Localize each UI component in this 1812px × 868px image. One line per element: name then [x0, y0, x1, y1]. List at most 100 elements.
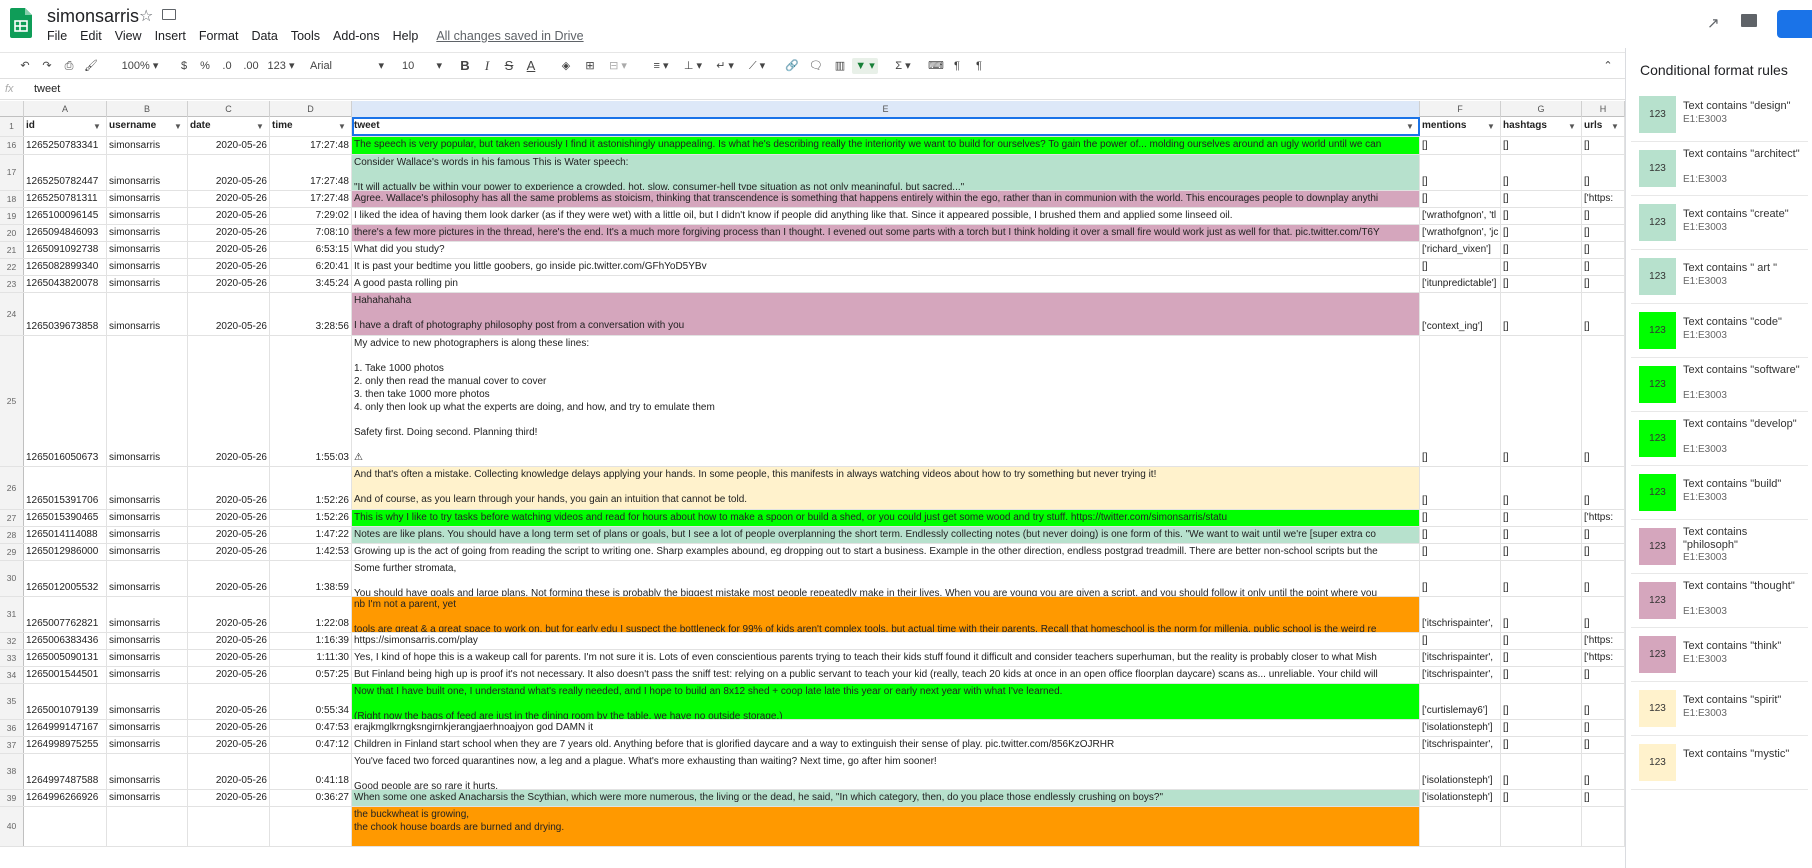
merge-cells-icon[interactable]: ⊟ ▾: [605, 58, 631, 74]
cell-mentions[interactable]: []: [1420, 259, 1501, 275]
cell-hashtags[interactable]: []: [1501, 191, 1582, 207]
cell-urls[interactable]: ['https:: [1582, 633, 1625, 649]
row-number[interactable]: 17: [0, 155, 24, 190]
cell-time[interactable]: 1:52:26: [270, 467, 352, 509]
row-number[interactable]: 35: [0, 684, 24, 719]
cell-tweet[interactable]: And that's often a mistake. Collecting k…: [352, 467, 1420, 509]
cell-time[interactable]: 1:11:30: [270, 650, 352, 666]
cell-mentions[interactable]: ['wrathofgnon', 'tl: [1420, 208, 1501, 224]
column-header-b[interactable]: B: [107, 101, 188, 117]
zoom-select[interactable]: 100% ▾: [118, 58, 162, 74]
cell-date[interactable]: 2020-05-26: [188, 650, 270, 666]
cell-time[interactable]: 3:28:56: [270, 293, 352, 335]
cell-id[interactable]: 1265016050673: [24, 336, 107, 466]
increase-decimal-button[interactable]: .00: [240, 58, 262, 74]
menu-format[interactable]: Format: [199, 29, 239, 43]
cell-hashtags[interactable]: []: [1501, 208, 1582, 224]
filter-icon[interactable]: ▼: [93, 121, 103, 131]
cell-tweet[interactable]: The speech is very popular, but taken se…: [352, 137, 1420, 154]
cell-urls[interactable]: []: [1582, 754, 1625, 789]
cell-username[interactable]: simonsarris: [107, 527, 188, 543]
cell-mentions[interactable]: ['isolationsteph']: [1420, 720, 1501, 736]
percent-button[interactable]: %: [198, 58, 212, 74]
cell-id[interactable]: 1265005090131: [24, 650, 107, 666]
cell-date[interactable]: 2020-05-26: [188, 336, 270, 466]
cell-date[interactable]: 2020-05-26: [188, 242, 270, 258]
cell-hashtags[interactable]: []: [1501, 259, 1582, 275]
cell-username[interactable]: simonsarris: [107, 544, 188, 560]
column-header-g[interactable]: G: [1501, 101, 1582, 117]
menu-tools[interactable]: Tools: [291, 29, 320, 43]
cell-date[interactable]: 2020-05-26: [188, 597, 270, 632]
cell-username[interactable]: simonsarris: [107, 650, 188, 666]
cell-urls[interactable]: []: [1582, 155, 1625, 190]
cell-mentions[interactable]: []: [1420, 336, 1501, 466]
formula-input[interactable]: tweet: [34, 83, 60, 95]
cell-urls[interactable]: []: [1582, 561, 1625, 596]
row-number[interactable]: 21: [0, 242, 24, 258]
cell-urls[interactable]: []: [1582, 137, 1625, 154]
header-cell-username[interactable]: username ▼: [107, 117, 188, 136]
cell-urls[interactable]: []: [1582, 737, 1625, 753]
row-number[interactable]: 30: [0, 561, 24, 596]
cell-id[interactable]: 1265250782447: [24, 155, 107, 190]
format-rule[interactable]: 123 Text contains "build" E1:E3003: [1631, 466, 1808, 520]
cell-date[interactable]: 2020-05-26: [188, 684, 270, 719]
cell-username[interactable]: simonsarris: [107, 790, 188, 806]
cell-time[interactable]: 0:55:34: [270, 684, 352, 719]
cell-urls[interactable]: []: [1582, 684, 1625, 719]
header-cell-date[interactable]: date ▼: [188, 117, 270, 136]
cell-time[interactable]: 1:16:39: [270, 633, 352, 649]
cell-id[interactable]: 1265001544501: [24, 667, 107, 683]
cell-username[interactable]: simonsarris: [107, 667, 188, 683]
cell-mentions[interactable]: ['itschrispainter',: [1420, 667, 1501, 683]
menu-insert[interactable]: Insert: [155, 29, 186, 43]
format-rule[interactable]: 123 Text contains "software" E1:E3003: [1631, 358, 1808, 412]
currency-button[interactable]: $: [178, 58, 190, 74]
cell-id[interactable]: [24, 807, 107, 846]
cell-id[interactable]: 1265091092738: [24, 242, 107, 258]
cell-date[interactable]: 2020-05-26: [188, 544, 270, 560]
cell-urls[interactable]: ['https:: [1582, 650, 1625, 666]
row-number[interactable]: 28: [0, 527, 24, 543]
format-rule[interactable]: 123 Text contains "mystic": [1631, 736, 1808, 790]
format-rule[interactable]: 123 Text contains " art " E1:E3003: [1631, 250, 1808, 304]
cell-tweet[interactable]: Yes, I kind of hope this is a wakeup cal…: [352, 650, 1420, 666]
cell-hashtags[interactable]: []: [1501, 225, 1582, 241]
borders-icon[interactable]: ⊞: [582, 58, 598, 74]
menu-edit[interactable]: Edit: [80, 29, 102, 43]
cell-mentions[interactable]: ['isolationsteph']: [1420, 754, 1501, 789]
cell-hashtags[interactable]: []: [1501, 544, 1582, 560]
row-number[interactable]: 26: [0, 467, 24, 509]
cell-id[interactable]: 1265012986000: [24, 544, 107, 560]
cell-urls[interactable]: [1582, 807, 1625, 846]
column-header-e[interactable]: E: [352, 101, 1420, 117]
undo-icon[interactable]: ↶: [16, 58, 34, 74]
cell-mentions[interactable]: ['curtislemay6']: [1420, 684, 1501, 719]
header-cell-id[interactable]: id ▼: [24, 117, 107, 136]
cell-tweet[interactable]: Now that I have built one, I understand …: [352, 684, 1420, 719]
menu-data[interactable]: Data: [251, 29, 277, 43]
cell-mentions[interactable]: ['itschrispainter',: [1420, 597, 1501, 632]
comments-icon[interactable]: [1741, 14, 1757, 27]
cell-date[interactable]: 2020-05-26: [188, 276, 270, 292]
row-number[interactable]: 40: [0, 807, 24, 846]
row-number[interactable]: 32: [0, 633, 24, 649]
cell-urls[interactable]: []: [1582, 208, 1625, 224]
cell-date[interactable]: 2020-05-26: [188, 667, 270, 683]
cell-time[interactable]: 3:45:24: [270, 276, 352, 292]
cell-date[interactable]: 2020-05-26: [188, 633, 270, 649]
cell-tweet[interactable]: erajkmglkrngksngirnkjerangjaerhnoajyon g…: [352, 720, 1420, 736]
row-number[interactable]: 18: [0, 191, 24, 207]
activity-trend-icon[interactable]: ↗: [1707, 14, 1720, 32]
cell-mentions[interactable]: [1420, 807, 1501, 846]
format-rule[interactable]: 123 Text contains "think" E1:E3003: [1631, 628, 1808, 682]
column-header-f[interactable]: F: [1420, 101, 1501, 117]
cell-date[interactable]: 2020-05-26: [188, 137, 270, 154]
cell-mentions[interactable]: ['itunpredictable']: [1420, 276, 1501, 292]
cell-urls[interactable]: []: [1582, 667, 1625, 683]
cell-hashtags[interactable]: []: [1501, 527, 1582, 543]
cell-username[interactable]: simonsarris: [107, 597, 188, 632]
rtl-icon[interactable]: ¶: [972, 58, 986, 74]
cell-mentions[interactable]: []: [1420, 633, 1501, 649]
